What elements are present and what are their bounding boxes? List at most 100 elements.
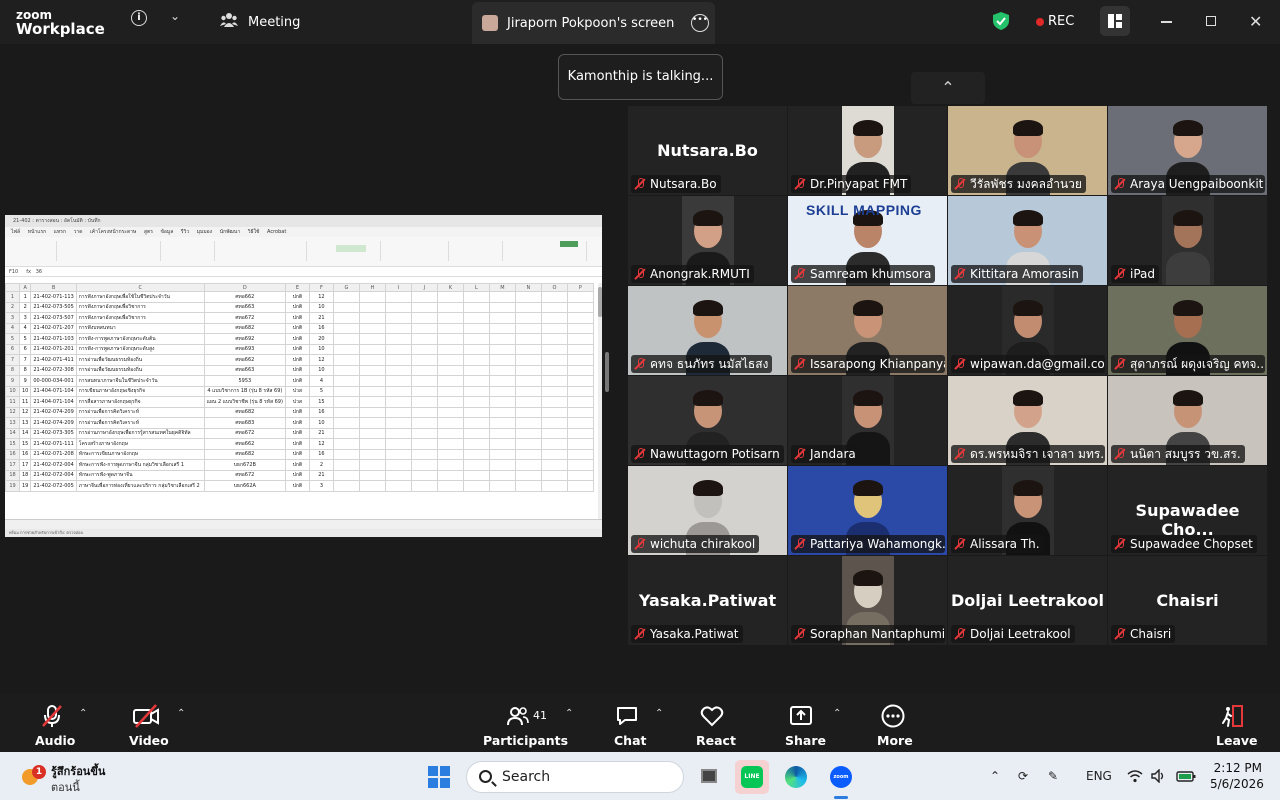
column-header[interactable]: O	[540, 283, 568, 292]
empty-cell[interactable]	[514, 312, 542, 324]
cell-number[interactable]: 12	[308, 438, 334, 450]
more-options-icon[interactable]: •••	[691, 14, 709, 32]
cell-course-code[interactable]: 21-402-071-207	[30, 322, 77, 334]
empty-cell[interactable]	[514, 417, 542, 429]
participant-tile[interactable]: วีรัลพัชร มงคลอำนวย	[948, 106, 1107, 195]
meeting-tab-label[interactable]: Meeting	[248, 15, 300, 30]
cell-type[interactable]: ปกติ	[284, 417, 310, 429]
empty-cell[interactable]	[462, 406, 490, 418]
cell-group[interactable]: ศทอ672	[203, 312, 286, 324]
empty-cell[interactable]	[384, 406, 412, 418]
empty-cell[interactable]	[462, 448, 490, 460]
empty-cell[interactable]	[514, 438, 542, 450]
cell-index[interactable]: 17	[18, 459, 32, 471]
taskbar-edge-browser-icon[interactable]	[779, 760, 813, 794]
empty-cell[interactable]	[332, 354, 360, 366]
empty-cell[interactable]	[462, 480, 490, 492]
cell-type[interactable]: ปกติ	[284, 406, 310, 418]
cell-index[interactable]: 9	[18, 375, 32, 387]
cell-index[interactable]: 3	[18, 312, 32, 324]
cell-course-name[interactable]: โครงสร้างภาษาอังกฤษ	[75, 438, 205, 450]
participant-tile[interactable]: นนิตา สมบูรร วข.สร.	[1108, 376, 1267, 465]
cell-number[interactable]: 10	[308, 343, 334, 355]
empty-cell[interactable]	[358, 396, 386, 408]
taskbar-zoom-app-icon[interactable]: zoom	[824, 760, 858, 794]
empty-cell[interactable]	[436, 354, 464, 366]
empty-cell[interactable]	[436, 396, 464, 408]
empty-cell[interactable]	[332, 333, 360, 345]
cell-index[interactable]: 4	[18, 322, 32, 334]
empty-cell[interactable]	[436, 291, 464, 303]
tray-sync-icon[interactable]: ⟳	[1018, 769, 1028, 783]
empty-cell[interactable]	[384, 301, 412, 313]
cell-course-code[interactable]: 21-402-071-111	[30, 438, 77, 450]
cell-type[interactable]: ปกติ	[284, 354, 310, 366]
cell-number[interactable]: 5	[308, 385, 334, 397]
empty-cell[interactable]	[566, 427, 594, 439]
empty-cell[interactable]	[410, 396, 438, 408]
row-header[interactable]: 9	[5, 375, 20, 387]
cell-group[interactable]: ศทอ672	[203, 469, 286, 481]
column-header[interactable]: G	[332, 283, 360, 292]
empty-cell[interactable]	[358, 469, 386, 481]
empty-cell[interactable]	[332, 448, 360, 460]
empty-cell[interactable]	[488, 322, 516, 334]
cell-course-code[interactable]: 21-404-071-104	[30, 396, 77, 408]
wifi-icon[interactable]	[1127, 769, 1143, 783]
empty-cell[interactable]	[462, 396, 490, 408]
cell-course-name[interactable]: ทักษะการฟัง-พูดภาษาจีน	[75, 469, 205, 481]
empty-cell[interactable]	[540, 385, 568, 397]
empty-cell[interactable]	[332, 438, 360, 450]
empty-cell[interactable]	[462, 375, 490, 387]
cell-type[interactable]: ปกติ	[284, 343, 310, 355]
cell-course-name[interactable]: การฟัง-การพูดภาษาอังกฤษระดับต้น	[75, 333, 205, 345]
empty-cell[interactable]	[488, 354, 516, 366]
empty-cell[interactable]	[332, 480, 360, 492]
empty-cell[interactable]	[566, 291, 594, 303]
cell-number[interactable]: 20	[308, 333, 334, 345]
empty-cell[interactable]	[462, 438, 490, 450]
empty-cell[interactable]	[436, 417, 464, 429]
cell-course-code[interactable]: 00-000-034-001	[30, 375, 77, 387]
empty-cell[interactable]	[358, 375, 386, 387]
cell-course-code[interactable]: 21-402-071-103	[30, 333, 77, 345]
battery-icon[interactable]	[1176, 769, 1196, 783]
cell-type[interactable]: ปกติ	[284, 333, 310, 345]
empty-cell[interactable]	[462, 343, 490, 355]
row-header[interactable]: 18	[5, 469, 20, 481]
empty-cell[interactable]	[358, 301, 386, 313]
cell-index[interactable]: 2	[18, 301, 32, 313]
empty-cell[interactable]	[384, 322, 412, 334]
cell-number[interactable]: 16	[308, 448, 334, 460]
empty-cell[interactable]	[436, 312, 464, 324]
cell-group[interactable]: บธก662A	[203, 480, 286, 492]
empty-cell[interactable]	[540, 354, 568, 366]
audio-button[interactable]: Audio	[32, 694, 75, 752]
empty-cell[interactable]	[410, 291, 438, 303]
empty-cell[interactable]	[514, 385, 542, 397]
audio-options-chevron-icon[interactable]: ⌃	[79, 708, 87, 719]
empty-cell[interactable]	[514, 333, 542, 345]
empty-cell[interactable]	[514, 322, 542, 334]
cell-type[interactable]: ปกติ	[284, 438, 310, 450]
cell-type[interactable]: ปกติ	[284, 312, 310, 324]
participant-tile[interactable]: Nawuttagorn Potisarn	[628, 376, 787, 465]
empty-cell[interactable]	[514, 480, 542, 492]
empty-cell[interactable]	[540, 291, 568, 303]
empty-cell[interactable]	[410, 375, 438, 387]
participant-tile[interactable]: Nutsara.Bo Nutsara.Bo	[628, 106, 787, 195]
cell-group[interactable]: ศทอ682	[203, 322, 286, 334]
empty-cell[interactable]	[358, 480, 386, 492]
empty-cell[interactable]	[462, 301, 490, 313]
participant-tile[interactable]: Issarapong Khianpanya	[788, 286, 947, 375]
empty-cell[interactable]	[384, 438, 412, 450]
empty-cell[interactable]	[384, 385, 412, 397]
empty-cell[interactable]	[332, 427, 360, 439]
empty-cell[interactable]	[436, 469, 464, 481]
empty-cell[interactable]	[462, 312, 490, 324]
empty-cell[interactable]	[332, 301, 360, 313]
empty-cell[interactable]	[540, 312, 568, 324]
cell-number[interactable]: 21	[308, 427, 334, 439]
cell-index[interactable]: 18	[18, 469, 32, 481]
row-header[interactable]: 12	[5, 406, 20, 418]
